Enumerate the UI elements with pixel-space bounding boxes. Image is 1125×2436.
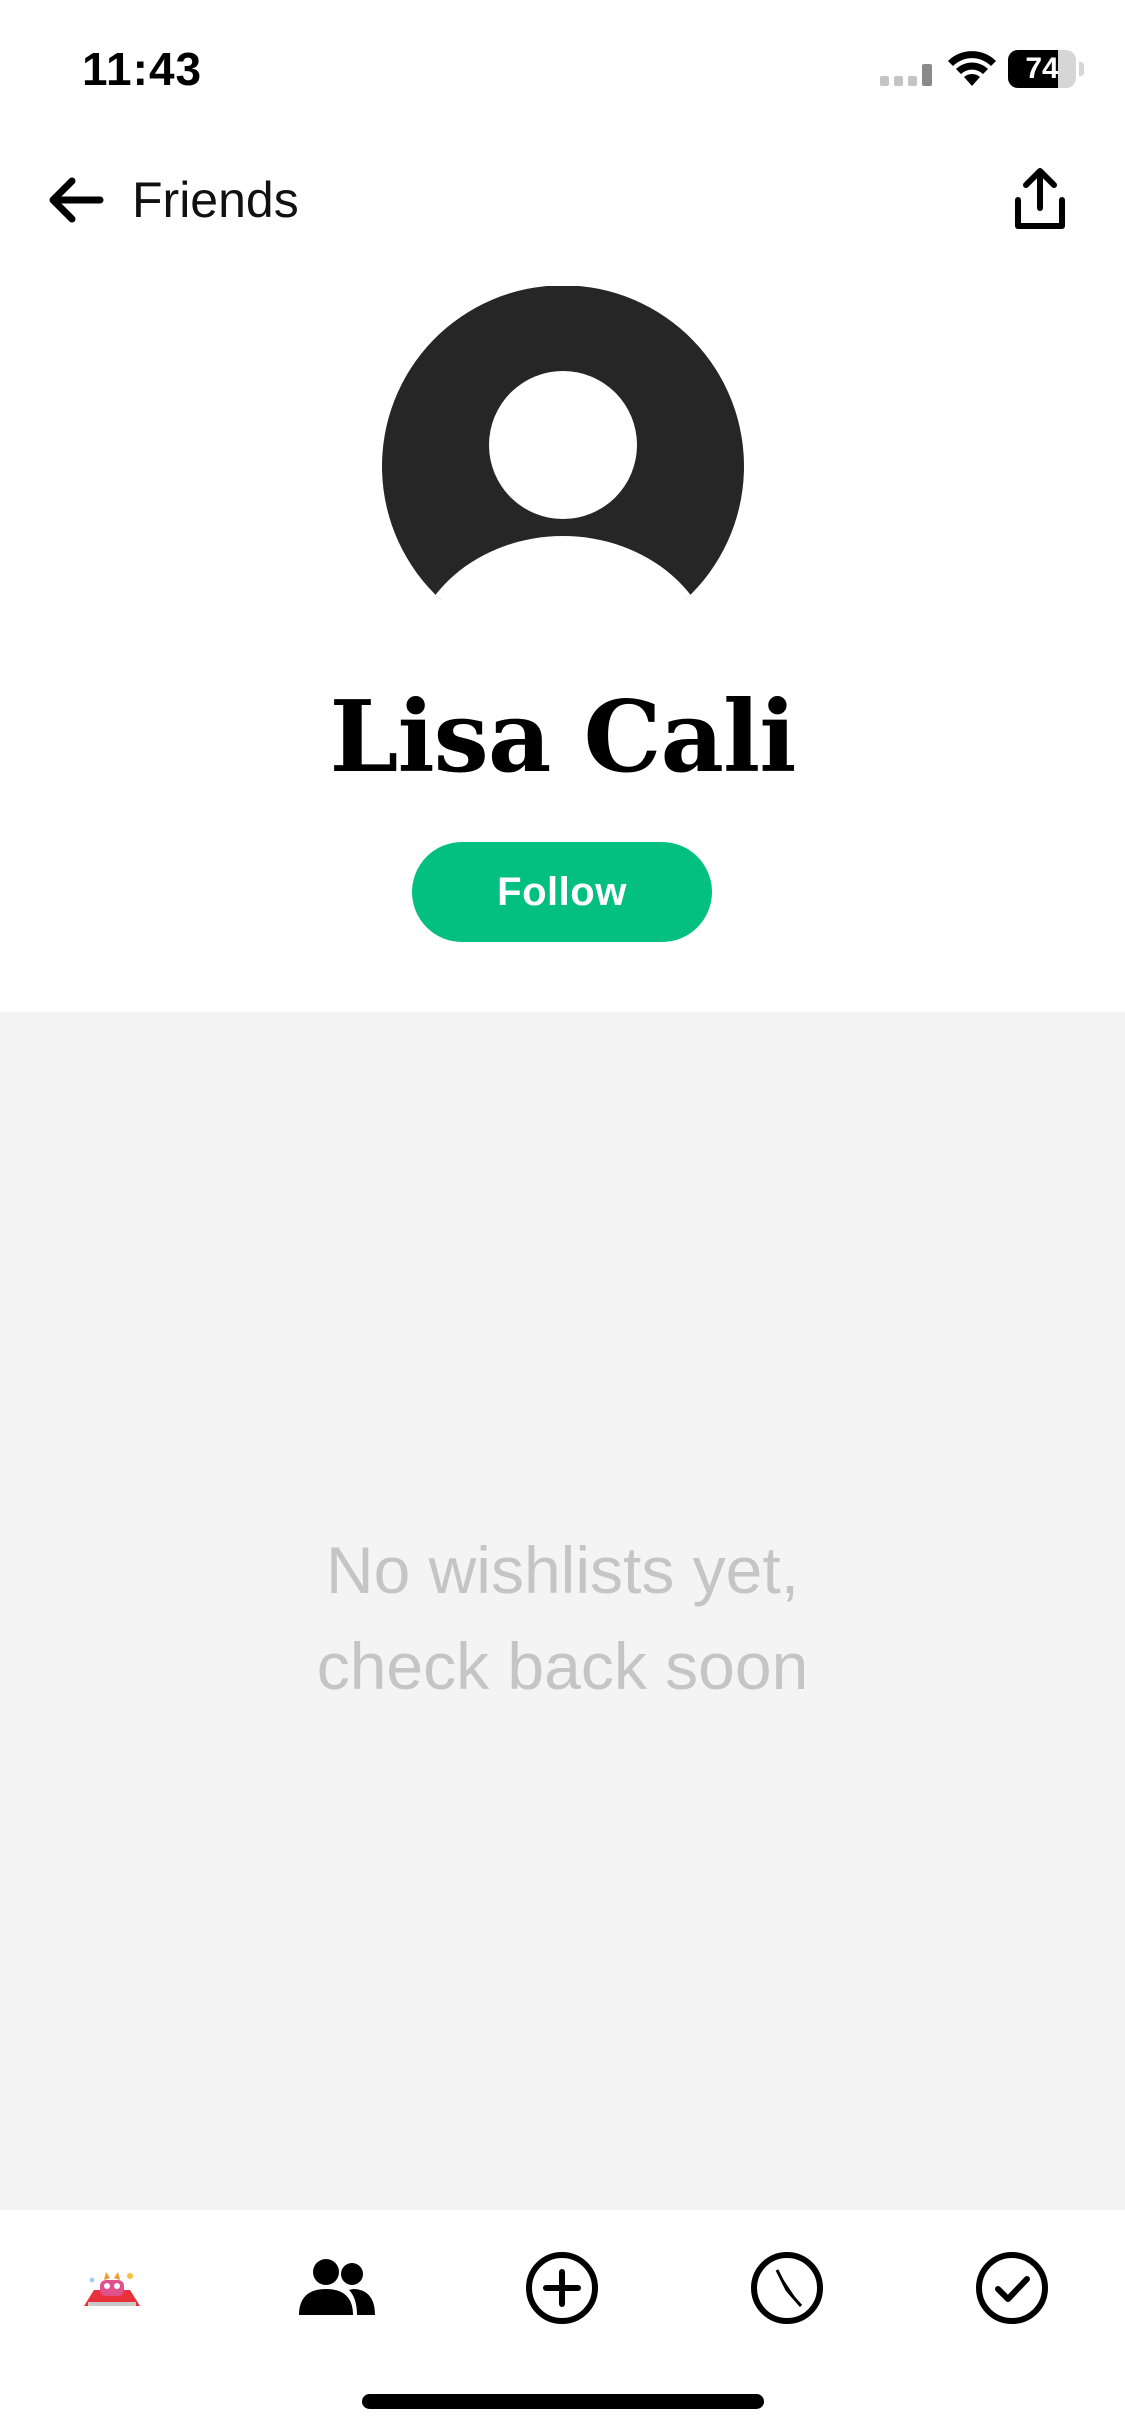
avatar	[382, 286, 744, 648]
status-bar: 11:43 74	[0, 0, 1125, 140]
tab-home[interactable]	[70, 2246, 154, 2330]
default-avatar-icon	[382, 286, 744, 601]
wifi-icon	[948, 51, 996, 86]
plus-circle-icon	[526, 2252, 598, 2324]
empty-state-line-2: check back soon	[316, 1629, 809, 1703]
tab-done[interactable]	[970, 2246, 1054, 2330]
app-logo-icon	[84, 2272, 140, 2306]
follow-button[interactable]: Follow	[412, 842, 712, 942]
cellular-signal-icon	[880, 64, 932, 86]
empty-state-message: No wishlists yet, check back soon	[0, 1522, 1125, 1714]
profile-name: Lisa Cali	[329, 680, 797, 795]
arrow-left-icon	[49, 177, 104, 223]
back-label: Friends	[132, 172, 299, 228]
check-circle-icon	[976, 2252, 1048, 2324]
status-time: 11:43	[82, 43, 203, 95]
compass-icon	[751, 2252, 823, 2324]
back-button[interactable]: Friends	[44, 164, 299, 236]
empty-state-line-1: No wishlists yet,	[325, 1533, 800, 1607]
tab-add[interactable]	[520, 2246, 604, 2330]
nav-bar: Friends	[0, 150, 1125, 250]
share-icon	[1015, 168, 1065, 229]
friends-icon	[299, 2259, 375, 2315]
wishlists-section: No wishlists yet, check back soon	[0, 1012, 1125, 2210]
share-button[interactable]	[1008, 164, 1072, 236]
battery-level: 74	[1025, 52, 1059, 85]
tab-explore[interactable]	[745, 2246, 829, 2330]
home-indicator	[362, 2394, 764, 2409]
tab-friends[interactable]	[295, 2246, 379, 2330]
battery-icon: 74	[1008, 50, 1084, 88]
